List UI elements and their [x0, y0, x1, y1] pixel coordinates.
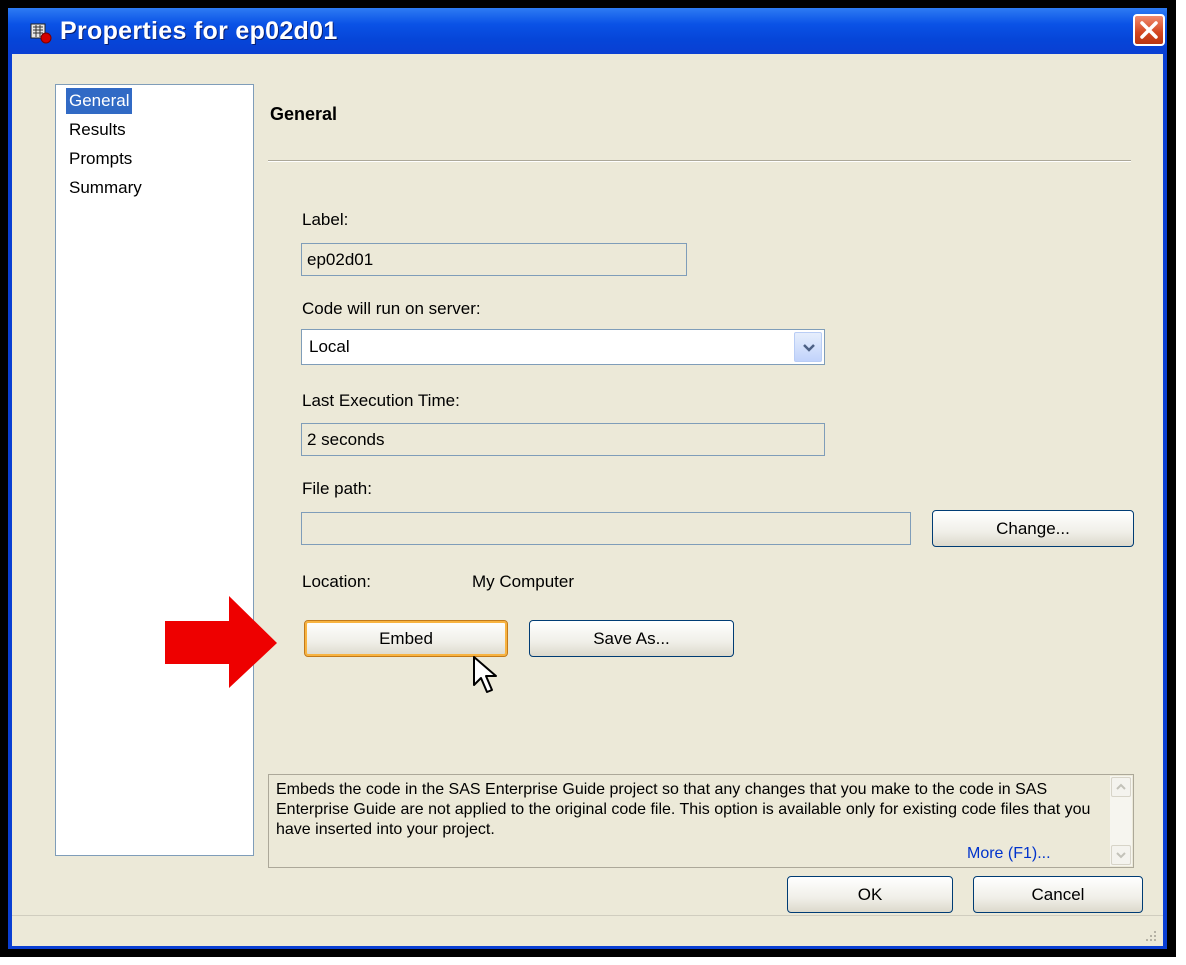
close-button[interactable] [1133, 14, 1165, 46]
chevron-up-icon [1116, 783, 1126, 790]
chevron-down-icon [1116, 852, 1126, 859]
server-select[interactable]: Local [301, 329, 825, 365]
save-as-button[interactable]: Save As... [529, 620, 734, 657]
scroll-up-button[interactable] [1111, 777, 1131, 797]
red-arrow-annotation-icon [165, 596, 277, 688]
close-icon [1140, 21, 1158, 39]
help-text: Embeds the code in the SAS Enterprise Gu… [276, 781, 1091, 838]
dialog-client-area: General Results Prompts Summary General … [12, 54, 1163, 946]
label-caption: Label: [302, 210, 349, 229]
screenshot-border: Properties for ep02d01 General Results P… [0, 0, 1176, 957]
properties-dialog: Properties for ep02d01 General Results P… [8, 8, 1167, 949]
window-title: Properties for ep02d01 [60, 17, 338, 45]
section-title: General [270, 104, 338, 124]
location-caption: Location: [302, 572, 371, 591]
file-path-field[interactable] [301, 512, 911, 545]
exec-time-field[interactable]: 2 seconds [301, 423, 825, 456]
section-divider [268, 160, 1131, 162]
mouse-cursor-icon [473, 656, 497, 693]
nav-item-general[interactable]: General [66, 88, 133, 114]
nav-item-summary[interactable]: Summary [66, 175, 145, 201]
nav-item-results[interactable]: Results [66, 117, 129, 143]
resize-grip-icon[interactable] [1143, 928, 1157, 942]
dropdown-button[interactable] [794, 332, 822, 362]
more-help-link[interactable]: More (F1)... [965, 845, 1051, 863]
title-bar[interactable]: Properties for ep02d01 [8, 8, 1167, 54]
exec-time-caption: Last Execution Time: [302, 391, 460, 410]
chevron-down-icon [803, 344, 815, 352]
file-path-caption: File path: [302, 479, 372, 498]
server-select-value: Local [309, 337, 350, 356]
help-panel: Embeds the code in the SAS Enterprise Gu… [268, 774, 1134, 868]
label-field[interactable]: ep02d01 [301, 243, 687, 276]
status-bar [12, 915, 1163, 946]
scroll-down-button[interactable] [1111, 845, 1131, 865]
change-button[interactable]: Change... [932, 510, 1134, 547]
help-scrollbar[interactable] [1110, 776, 1132, 866]
server-caption: Code will run on server: [302, 299, 481, 318]
location-value: My Computer [472, 572, 575, 591]
nav-item-prompts[interactable]: Prompts [66, 146, 135, 172]
app-icon [30, 23, 52, 44]
category-list[interactable]: General Results Prompts Summary [55, 84, 254, 856]
cancel-button[interactable]: Cancel [973, 876, 1143, 913]
embed-button[interactable]: Embed [304, 620, 508, 657]
ok-button[interactable]: OK [787, 876, 953, 913]
